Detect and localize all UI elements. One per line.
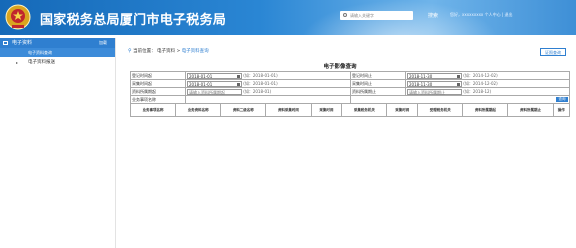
column-header[interactable]: 资料所属期起 [462,103,509,117]
form-hint: (如：2018-01-01) [243,80,278,86]
form-cell: 2018-01-01 (如：2018-01-01) [185,71,351,80]
query-form: 登记时间起 2018-01-01 (如：2018-01-01) 登记时间止 20… [130,71,570,104]
search-input[interactable]: 请输入关键字 [340,11,413,20]
column-header[interactable]: 操作 [552,103,571,117]
location-pin-icon: ⚲ [128,48,132,54]
form-hint: (如：2018-01) [243,88,272,94]
sidebar-item-label: 电子资料报送 [28,60,55,65]
calendar-icon[interactable] [237,74,240,78]
header-banner: 国家税务总局厦门市电子税务局 请输入关键字 搜索 您好，xxxxxxxxx 个人… [0,0,576,35]
folder-icon [3,41,8,45]
breadcrumb-prefix: 当前位置： [133,49,156,54]
column-header[interactable]: 业务事项名称 [129,103,177,117]
form-hint: (如：2018-01-01) [243,72,278,78]
column-header[interactable]: 业务资料名称 [175,103,222,117]
form-row: 采集时间起 2018-01-01 (如：2018-01-01) 采集时间止 20… [130,79,570,88]
license-query-button[interactable]: 证照查询 [540,48,566,56]
form-hint: (如：2014-12-02) [463,72,498,78]
sidebar-section-action[interactable]: 加载 [99,38,107,48]
form-hint: (如：2018-12) [463,88,492,94]
form-hint: (如：2014-12-02) [463,80,498,86]
form-cell: 2018-01-01 (如：2018-01-01) [185,79,351,88]
breadcrumb-parent[interactable]: 电子资料 [157,49,175,54]
column-header[interactable]: 采集时间 [310,103,343,117]
form-label: 采集时间止 [350,79,406,88]
sidebar-section-electronic-data[interactable]: 电子资料 加载 [0,38,115,48]
breadcrumb: ⚲ 当前位置： 电子资料 > 电子资料查询 [128,48,209,54]
form-label: 登记时间起 [130,71,186,80]
sidebar-item-data-submit[interactable]: ▸ 电子资料报送 [0,57,115,69]
search-button[interactable]: 搜索 [428,12,438,19]
tax-emblem-icon [5,4,31,30]
period-end-input[interactable]: 请输入资料所属期止 [407,88,462,95]
column-header[interactable]: 资料二级名称 [220,103,267,117]
form-label: 采集时间起 [130,79,186,88]
form-cell: 2018-11-30 (如：2014-12-02) [405,71,570,80]
search-icon [343,13,347,17]
site-title: 国家税务总局厦门市电子税务局 [40,13,227,28]
query-button[interactable]: 查询 [556,97,568,102]
period-start-input[interactable]: 请输入资料所属期起 [187,88,242,95]
form-row: 资料所属期起 请输入资料所属期起 (如：2018-01) 资料所属期止 请输入资… [130,87,570,96]
form-row: 登记时间起 2018-01-01 (如：2018-01-01) 登记时间止 20… [130,71,570,80]
table-header-row: 业务事项名称 业务资料名称 资料二级名称 资料采集时间 采集时间 采集税务机关 … [129,103,571,117]
form-label: 资料所属期止 [350,87,406,96]
collect-end-date-input[interactable]: 2018-11-30 [407,80,462,87]
column-header[interactable]: 采集时间 [386,103,419,117]
main-content: ⚲ 当前位置： 电子资料 > 电子资料查询 证照查询 电子影像查询 登记时间起 … [120,42,576,248]
sidebar-section-label: 电子资料 [12,40,33,46]
form-cell: 请输入资料所属期止 (如：2018-12) [405,87,570,96]
sidebar-item-data-query[interactable]: 电子资料查询 [0,48,115,57]
column-header[interactable]: 资料采集时间 [265,103,312,117]
breadcrumb-separator: > [175,49,182,54]
calendar-icon[interactable] [457,74,460,78]
collect-start-date-input[interactable]: 2018-01-01 [187,80,242,87]
search-placeholder: 请输入关键字 [350,13,374,18]
column-header[interactable]: 资料所属期止 [507,103,554,117]
register-end-date-input[interactable]: 2018-11-30 [407,72,462,79]
form-label: 登记时间止 [350,71,406,80]
form-label: 资料所属期起 [130,87,186,96]
calendar-icon[interactable] [457,82,460,86]
sidebar: 电子资料 加载 电子资料查询 ▸ 电子资料报送 [0,38,116,248]
section-title: 电子影像查询 [323,64,357,70]
results-table: 业务事项名称 业务资料名称 资料二级名称 资料采集时间 采集时间 采集税务机关 … [129,103,571,117]
calendar-icon[interactable] [237,82,240,86]
form-cell: 2018-11-30 (如：2014-12-02) [405,79,570,88]
column-header[interactable]: 受理税务机关 [417,103,464,117]
breadcrumb-current: 电子资料查询 [181,49,209,54]
register-start-date-input[interactable]: 2018-01-01 [187,72,242,79]
chevron-right-icon: ▸ [16,60,19,65]
form-cell: 请输入资料所属期起 (如：2018-01) [185,87,351,96]
column-header[interactable]: 采集税务机关 [341,103,388,117]
user-welcome[interactable]: 您好，xxxxxxxxx 个人中心 | 退出 [450,12,512,18]
